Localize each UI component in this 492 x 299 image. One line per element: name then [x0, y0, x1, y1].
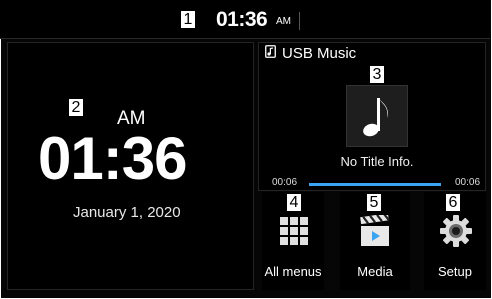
- clock-date: January 1, 2020: [73, 204, 181, 221]
- all-menus-label: All menus: [264, 264, 322, 279]
- music-file-icon: [265, 45, 276, 58]
- callout-label-1: 1: [180, 10, 196, 29]
- callout-label-6: 6: [445, 193, 461, 212]
- status-bar-time: 01:36: [216, 8, 268, 31]
- music-note-icon: [363, 98, 388, 137]
- media-label: Media: [357, 264, 393, 279]
- grid-icon: [280, 217, 308, 245]
- gear-icon: [440, 215, 472, 247]
- status-bar-divider: [299, 12, 300, 30]
- callout-label-4: 4: [286, 193, 302, 212]
- album-art[interactable]: [346, 85, 408, 147]
- callout-label-2: 2: [68, 98, 84, 117]
- total-time: 00:06: [455, 177, 481, 188]
- setup-label: Setup: [438, 264, 472, 279]
- callout-label-5: 5: [366, 193, 382, 212]
- track-title: No Title Info.: [340, 154, 414, 169]
- playback-progress-fill: [309, 183, 441, 186]
- clapperboard-icon: [360, 215, 390, 246]
- music-source-label: USB Music: [282, 45, 357, 62]
- clock-time: 01:36: [38, 125, 187, 192]
- playback-progress-bar[interactable]: [309, 183, 441, 186]
- callout-label-3: 3: [369, 65, 385, 84]
- elapsed-time: 00:06: [272, 177, 298, 188]
- status-bar-ampm: AM: [276, 16, 291, 27]
